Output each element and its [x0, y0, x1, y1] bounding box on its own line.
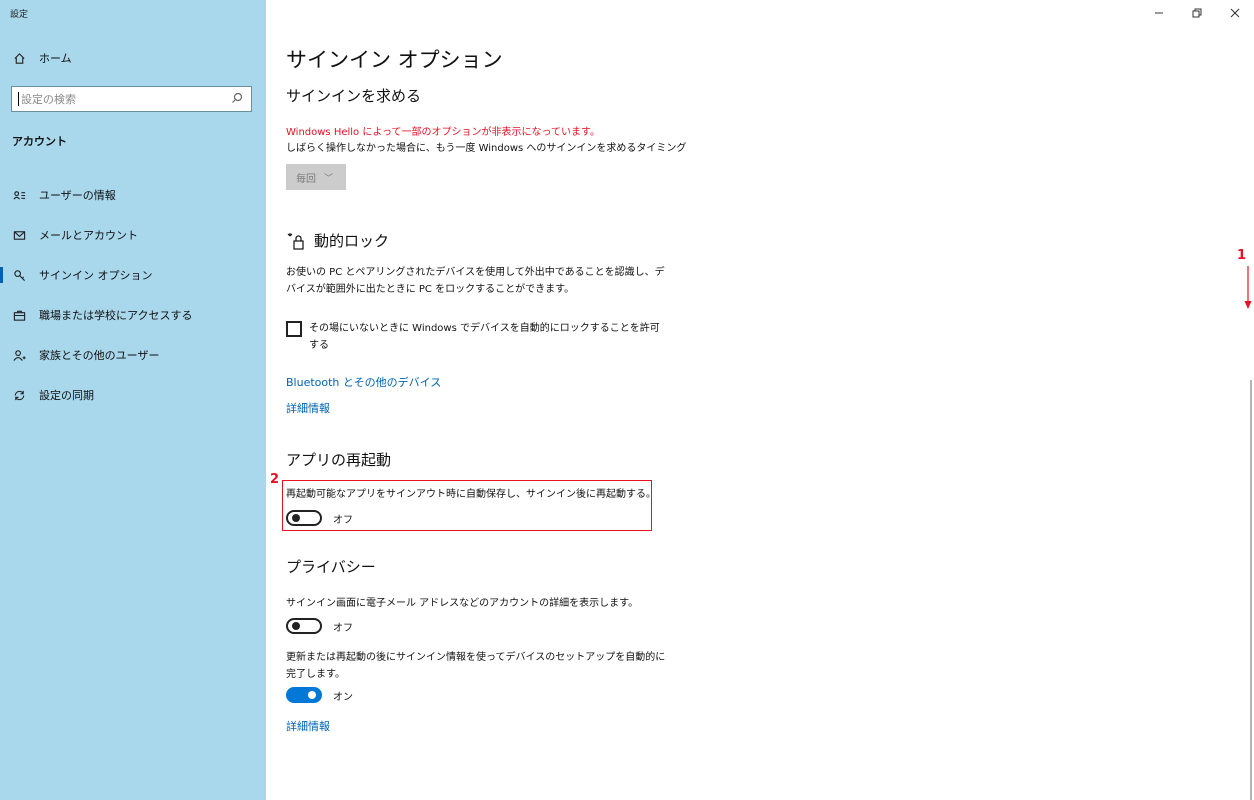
sidebar-item-label: 設定の同期: [39, 389, 94, 402]
privacy-toggle-row-1: オフ: [286, 618, 353, 634]
dynamic-lock-checkbox[interactable]: [286, 321, 302, 337]
text-caret: [18, 92, 19, 106]
section-heading-privacy: プライバシー: [286, 558, 376, 576]
window-controls: [1140, 0, 1254, 26]
annotation-arrow-icon: [1244, 266, 1252, 309]
section-heading-app-restart: アプリの再起動: [286, 451, 392, 469]
require-signin-dropdown[interactable]: 毎回 ﹀: [286, 164, 346, 190]
sidebar-item-family-users[interactable]: 家族とその他のユーザー: [0, 335, 266, 375]
show-account-details-toggle[interactable]: [286, 618, 322, 634]
toggle-knob: [308, 691, 316, 699]
dynamic-lock-checkbox-row[interactable]: その場にいないときに Windows でデバイスを自動的にロックすることを許可す…: [286, 320, 666, 354]
privacy-description-2: 更新または再起動の後にサインイン情報を使ってデバイスのセットアップを自動的に完了…: [286, 652, 666, 680]
briefcase-icon: [12, 308, 26, 322]
nav-home[interactable]: ホーム: [12, 50, 72, 66]
app-title: 設定: [10, 10, 29, 20]
person-card-icon: [12, 188, 26, 202]
dynamic-lock-heading: 動的ロック: [286, 230, 389, 251]
privacy-description-1: サインイン画面に電子メール アドレスなどのアカウントの詳細を表示します。: [286, 598, 639, 609]
chevron-down-icon: ﹀: [324, 173, 334, 184]
details-link-privacy[interactable]: 詳細情報: [286, 718, 330, 734]
require-signin-description: しばらく操作しなかった場合に、もう一度 Windows へのサインインを求めるタ…: [286, 143, 687, 154]
key-icon: [12, 268, 26, 282]
sidebar-item-label: サインイン オプション: [39, 269, 153, 282]
sidebar-item-mail-accounts[interactable]: メールとアカウント: [0, 215, 266, 255]
sidebar-item-label: 職場または学校にアクセスする: [39, 309, 193, 322]
section-heading-require-signin: サインインを求める: [286, 87, 422, 105]
annotation-step-1: 1: [1237, 248, 1247, 263]
main-content: サインイン オプション サインインを求める Windows Hello によって…: [266, 0, 1254, 800]
active-indicator: [0, 267, 3, 283]
windows-hello-warning: Windows Hello によって一部のオプションが非表示になっています。: [286, 127, 601, 138]
sidebar-item-label: ユーザーの情報: [39, 189, 116, 202]
dynamic-lock-checkbox-label: その場にいないときに Windows でデバイスを自動的にロックすることを許可す…: [309, 323, 660, 351]
close-icon: [1230, 8, 1240, 18]
mail-icon: [12, 228, 26, 242]
bluetooth-devices-link[interactable]: Bluetooth とその他のデバイス: [286, 374, 441, 390]
sidebar-item-user-info[interactable]: ユーザーの情報: [0, 175, 266, 215]
dynamic-lock-description: お使いの PC とペアリングされたデバイスを使用して外出中であることを認識し、デ…: [286, 267, 665, 295]
sidebar-nav: ユーザーの情報 メールとアカウント サインイン オプション 職場または学校にアク…: [0, 175, 266, 415]
search-placeholder: 設定の検索: [21, 93, 76, 106]
sidebar: 設定 ホーム 設定の検索 アカウント ユーザーの情報 メールとアカウント サイン…: [0, 0, 266, 800]
sidebar-item-label: メールとアカウント: [39, 229, 138, 242]
close-button[interactable]: [1216, 0, 1254, 26]
person-add-icon: [12, 348, 26, 362]
privacy-toggle-row-2: オン: [286, 687, 353, 703]
dynamic-lock-heading-text: 動的ロック: [314, 232, 390, 250]
search-input[interactable]: 設定の検索: [11, 86, 252, 112]
show-account-details-toggle-state: オフ: [333, 622, 353, 634]
sidebar-item-label: 家族とその他のユーザー: [39, 349, 160, 362]
auto-setup-toggle[interactable]: [286, 687, 322, 703]
home-icon: [12, 51, 26, 65]
dropdown-value: 毎回: [296, 173, 316, 185]
dynamic-lock-icon: [287, 232, 304, 250]
scrollbar[interactable]: [1250, 380, 1252, 800]
restore-button[interactable]: [1178, 0, 1216, 26]
section-label-account: アカウント: [12, 135, 67, 148]
nav-home-label: ホーム: [39, 52, 72, 65]
annotation-step-2: 2: [270, 472, 280, 487]
minimize-button[interactable]: [1140, 0, 1178, 26]
sidebar-item-signin-options[interactable]: サインイン オプション: [0, 255, 266, 295]
sidebar-item-sync[interactable]: 設定の同期: [0, 375, 266, 415]
restore-icon: [1192, 8, 1202, 18]
sidebar-item-work-school[interactable]: 職場または学校にアクセスする: [0, 295, 266, 335]
minimize-icon: [1155, 12, 1163, 14]
toggle-knob: [292, 622, 300, 630]
sync-icon: [12, 388, 26, 402]
auto-setup-toggle-state: オン: [333, 691, 353, 703]
page-title: サインイン オプション: [286, 48, 503, 72]
search-icon[interactable]: [231, 92, 245, 106]
annotation-highlight-box: [282, 480, 652, 531]
details-link-dynamic-lock[interactable]: 詳細情報: [286, 400, 330, 416]
